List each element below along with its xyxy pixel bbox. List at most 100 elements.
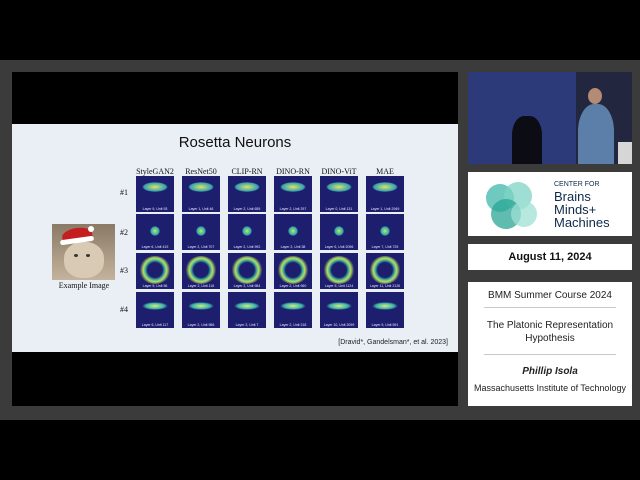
example-image-label: Example Image — [58, 281, 110, 290]
unit-label: Layer 1, Unit 46 — [188, 207, 214, 211]
unit-label: Layer 2, Unit 984 — [233, 284, 261, 288]
activation-tile: Layer 0, Unit 131 — [320, 176, 358, 212]
date-panel: August 11, 2024 — [468, 244, 632, 270]
activation-tile: Layer 11, Unit 2126 — [366, 253, 404, 289]
activation-blob — [372, 182, 398, 192]
audience-silhouette — [512, 116, 542, 164]
activation-tile: Layer 7, Unit 725 — [366, 214, 404, 250]
unit-label: Layer 2, Unit 986 — [187, 323, 215, 327]
activation-blob — [323, 256, 355, 284]
column-header: DINO-ViT — [321, 167, 357, 176]
talk-info-panel: BMM Summer Course 2024 The Platonic Repr… — [468, 282, 632, 406]
activation-blob — [142, 182, 168, 192]
example-cat-image — [52, 224, 115, 280]
unit-label: Layer 5, Unit 1124 — [324, 284, 354, 288]
activation-blob — [280, 182, 306, 192]
activation-blob — [380, 226, 390, 236]
activation-tile: Layer 2, Unit 960 — [274, 253, 312, 289]
activation-tile: Layer 2, Unit 986 — [182, 292, 220, 328]
unit-label: Layer 6, Unit 117 — [141, 323, 169, 327]
activation-blob — [288, 226, 298, 236]
activation-tile: Layer 2, Unit 707 — [182, 214, 220, 250]
unit-label: Layer 2, Unit 297 — [279, 207, 307, 211]
unit-label: Layer 6, Unit 419 — [141, 245, 169, 249]
activation-tile: Layer 9, Unit 93 — [136, 176, 174, 212]
activation-tile: Layer 2, Unit 984 — [228, 253, 266, 289]
activation-tile: Layer 9, Unit 591 — [366, 292, 404, 328]
unit-label: Layer 2, Unit 992 — [233, 245, 261, 249]
activation-tile: Layer 1, Unit 2949 — [366, 176, 404, 212]
citation: [Dravid*, Gandelsman*, et al. 2023] — [338, 339, 448, 346]
unit-label: Layer 0, Unit 131 — [325, 207, 353, 211]
talk-title-line1: The Platonic Representation — [486, 320, 614, 331]
activation-tile: Layer 2, Unit 38 — [274, 214, 312, 250]
activation-blob — [185, 256, 217, 284]
speaker-video — [468, 72, 632, 164]
unit-label: Layer 6, Unit 2096 — [324, 245, 354, 249]
activation-tile: Layer 2, Unit 297 — [274, 176, 312, 212]
unit-label: Layer 9, Unit 591 — [371, 323, 399, 327]
activation-blob — [326, 182, 352, 192]
activation-blob — [277, 256, 309, 284]
activation-tile: Layer 6, Unit 419 — [136, 214, 174, 250]
podium — [618, 142, 632, 164]
unit-label: Layer 7, Unit 725 — [371, 245, 399, 249]
activation-tile: Layer 2, Unit 218 — [274, 292, 312, 328]
unit-label: Layer 11, Unit 2126 — [369, 284, 401, 288]
activation-blob — [334, 226, 344, 236]
event-date: August 11, 2024 — [508, 251, 592, 263]
unit-label: Layer 2, Unit 218 — [279, 323, 307, 327]
logo-panel: CENTER FOR Brains Minds+ Machines — [468, 172, 632, 236]
course-name: BMM Summer Course 2024 — [488, 290, 612, 301]
divider — [484, 307, 616, 308]
unit-label: Layer 2, Unit 960 — [279, 284, 307, 288]
activation-tile: Layer 1, Unit 46 — [182, 176, 220, 212]
speaker-head — [588, 88, 602, 104]
activation-tile: Layer 2, Unit 7 — [228, 292, 266, 328]
speaker-name: Phillip Isola — [522, 366, 578, 377]
unit-label: Layer 2, Unit 655 — [233, 207, 261, 211]
activation-blob — [372, 302, 398, 310]
unit-label: Layer 2, Unit 7 — [235, 323, 259, 327]
unit-label: Layer 9, Unit 93 — [142, 207, 168, 211]
cbmm-logo-icon — [486, 182, 537, 229]
unit-label: Layer 2, Unit 116 — [187, 284, 215, 288]
activation-tile: Layer 6, Unit 2096 — [320, 214, 358, 250]
slide-title: Rosetta Neurons — [178, 134, 292, 151]
activation-blob — [231, 256, 263, 284]
column-header: StyleGAN2 — [136, 167, 174, 176]
activation-tile: Layer 2, Unit 992 — [228, 214, 266, 250]
activation-blob — [139, 256, 171, 284]
activation-tile: Layer 5, Unit 1124 — [320, 253, 358, 289]
unit-label: Layer 2, Unit 707 — [187, 245, 215, 249]
activation-tile: Layer 2, Unit 655 — [228, 176, 266, 212]
unit-label: Layer 10, Unit 2099 — [323, 323, 355, 327]
activation-tile: Layer 10, Unit 2099 — [320, 292, 358, 328]
column-header: CLIP-RN — [231, 167, 263, 176]
activation-tile: Layer 6, Unit 117 — [136, 292, 174, 328]
logo-line1: CENTER FOR — [554, 181, 600, 188]
activation-tile: Layer 9, Unit 56 — [136, 253, 174, 289]
activation-blob — [150, 226, 160, 236]
activation-blob — [242, 226, 252, 236]
unit-label: Layer 1, Unit 2949 — [370, 207, 400, 211]
unit-label: Layer 9, Unit 56 — [142, 284, 168, 288]
activation-blob — [234, 302, 260, 310]
activation-blob — [369, 256, 401, 284]
column-header: DINO-RN — [276, 167, 310, 176]
talk-title-line2: Hypothesis — [525, 333, 575, 344]
divider — [484, 354, 616, 355]
speaker-figure — [578, 104, 614, 164]
speaker-affiliation: Massachusetts Institute of Technology — [474, 383, 626, 393]
column-header: ResNet50 — [185, 167, 217, 176]
activation-blob — [280, 302, 306, 310]
logo-line4: Machines — [554, 215, 610, 230]
activation-blob — [234, 182, 260, 192]
activation-blob — [142, 302, 168, 310]
column-header: MAE — [376, 167, 394, 176]
activation-blob — [196, 226, 206, 236]
activation-blob — [188, 302, 214, 310]
activation-tile: Layer 2, Unit 116 — [182, 253, 220, 289]
unit-label: Layer 2, Unit 38 — [280, 245, 306, 249]
activation-blob — [188, 182, 214, 192]
